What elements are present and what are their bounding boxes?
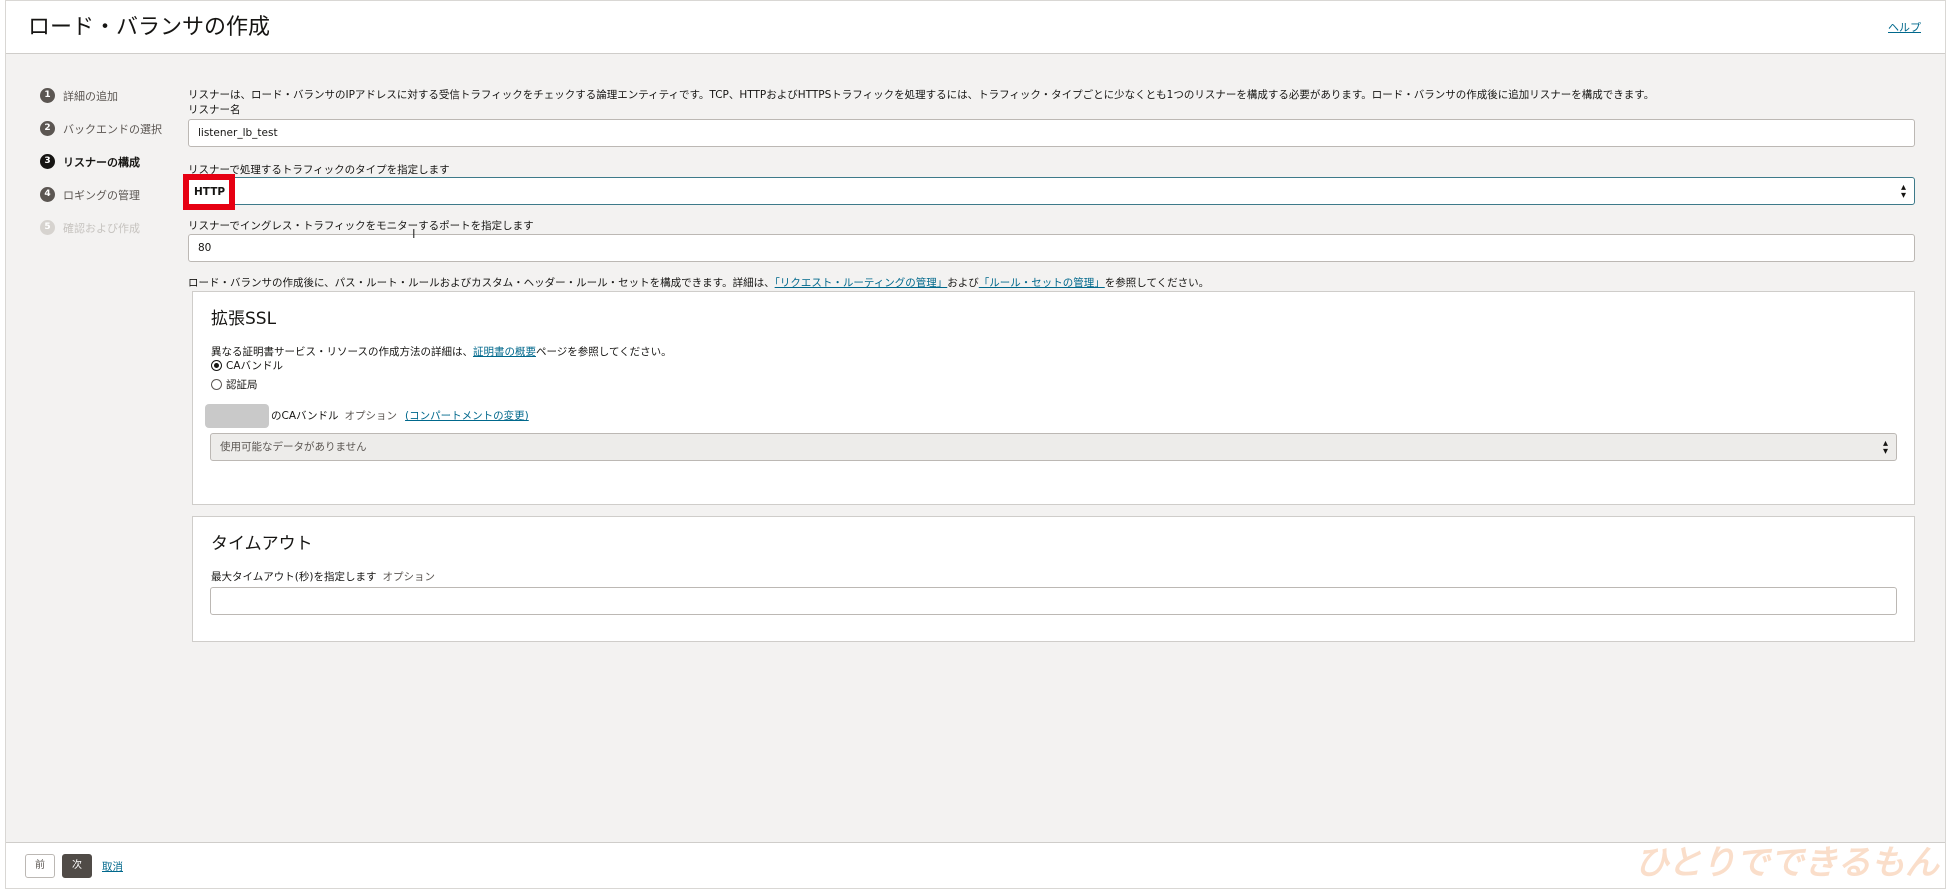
ca-bundle-label-text: のCAバンドル <box>271 410 339 422</box>
routing-text: および <box>947 277 979 289</box>
port-label: リスナーでイングレス・トラフィックをモニターするポートを指定します <box>188 220 534 232</box>
watermark-logo: ひとりでできるもん <box>1634 843 1939 883</box>
step-review-create: 5 確認および作成 <box>40 211 180 244</box>
rule-sets-link[interactable]: 「ルール・セットの管理」 <box>979 277 1105 289</box>
certificates-overview-link[interactable]: 証明書の概要 <box>473 346 536 358</box>
step-label: リスナーの構成 <box>63 155 140 169</box>
select-chevron-icon: ▴ ▾ <box>1900 182 1906 201</box>
port-input[interactable]: 80 <box>188 234 1915 262</box>
step-label: ロギングの管理 <box>63 188 140 202</box>
step-number: 3 <box>40 154 55 169</box>
title-bar: ロード・バランサの作成 ヘルプ <box>6 1 1945 54</box>
routing-info: ロード・バランサの作成後に、パス・ルート・ルールおよびカスタム・ヘッダー・ルール… <box>188 275 1209 290</box>
highlight-box: HTTP <box>183 174 235 210</box>
previous-button[interactable]: 前 <box>25 854 55 878</box>
ca-bundle-placeholder: 使用可能なデータがありません <box>220 441 367 453</box>
timeout-title: タイムアウト <box>211 534 313 554</box>
step-configure-listener[interactable]: 3 リスナーの構成 <box>40 145 180 178</box>
listener-description: リスナーは、ロード・バランサのIPアドレスに対する受信トラフィックをチェックする… <box>188 89 1655 101</box>
wizard-steps: 1 詳細の追加 2 バックエンドの選択 3 リスナーの構成 4 ロギングの管理 … <box>40 79 180 244</box>
page-title: ロード・バランサの作成 <box>28 15 271 40</box>
ssl-desc-text: 異なる証明書サービス・リソースの作成方法の詳細は、 <box>211 346 473 358</box>
redacted-compartment <box>205 404 269 428</box>
cancel-link[interactable]: 取消 <box>102 859 123 874</box>
select-chevron-icon: ▴ ▾ <box>1882 438 1888 457</box>
ssl-title: 拡張SSL <box>211 309 277 329</box>
radio-certificate-authority-indicator[interactable] <box>211 379 222 390</box>
step-number: 5 <box>40 220 55 235</box>
optional-tag: オプション <box>344 410 398 422</box>
traffic-type-value: HTTP <box>194 186 226 198</box>
radio-ca-bundle[interactable]: CAバンドル <box>211 358 283 373</box>
page-frame: ロード・バランサの作成 ヘルプ 1 詳細の追加 2 バックエンドの選択 3 リス… <box>5 0 1946 889</box>
radio-ca-bundle-label: CAバンドル <box>226 360 284 372</box>
ca-bundle-label: のCAバンドル オプション (コンパートメントの変更) <box>205 404 529 428</box>
optional-tag: オプション <box>382 571 435 583</box>
listener-name-label: リスナー名 <box>188 104 241 116</box>
text-cursor-icon: I <box>412 227 416 241</box>
max-timeout-input[interactable] <box>210 587 1897 615</box>
step-choose-backends[interactable]: 2 バックエンドの選択 <box>40 112 180 145</box>
timeout-panel: タイムアウト 最大タイムアウト(秒)を指定します オプション <box>192 516 1915 642</box>
footer-bar: 前 次 取消 ひとりでできるもん <box>6 842 1945 888</box>
step-number: 4 <box>40 187 55 202</box>
help-link[interactable]: ヘルプ <box>1888 19 1921 35</box>
step-label: バックエンドの選択 <box>63 122 162 136</box>
change-compartment-link[interactable]: (コンパートメントの変更) <box>405 410 529 422</box>
step-manage-logging[interactable]: 4 ロギングの管理 <box>40 178 180 211</box>
ssl-desc-text: ページを参照してください。 <box>535 346 672 358</box>
request-routing-link[interactable]: 「リクエスト・ルーティングの管理」 <box>775 277 948 289</box>
radio-certificate-authority[interactable]: 認証局 <box>211 377 258 392</box>
routing-text: ロード・バランサの作成後に、パス・ルート・ルールおよびカスタム・ヘッダー・ルール… <box>188 277 775 289</box>
ssl-panel: 拡張SSL 異なる証明書サービス・リソースの作成方法の詳細は、証明書の概要ページ… <box>192 291 1915 505</box>
step-label: 詳細の追加 <box>63 89 118 103</box>
step-add-details[interactable]: 1 詳細の追加 <box>40 79 180 112</box>
next-button[interactable]: 次 <box>62 854 92 878</box>
step-label: 確認および作成 <box>63 221 140 235</box>
step-number: 2 <box>40 121 55 136</box>
max-timeout-label: 最大タイムアウト(秒)を指定します オプション <box>211 569 435 584</box>
ssl-description: 異なる証明書サービス・リソースの作成方法の詳細は、証明書の概要ページを参照してく… <box>211 344 672 359</box>
routing-text: を参照してください。 <box>1104 277 1210 289</box>
step-number: 1 <box>40 88 55 103</box>
radio-certificate-authority-label: 認証局 <box>226 379 258 391</box>
radio-ca-bundle-indicator[interactable] <box>211 360 222 371</box>
traffic-type-select[interactable]: ▴ ▾ <box>188 177 1915 205</box>
listener-name-input[interactable]: listener_lb_test <box>188 119 1915 147</box>
max-timeout-label-text: 最大タイムアウト(秒)を指定します <box>211 571 377 583</box>
ca-bundle-select[interactable]: 使用可能なデータがありません ▴ ▾ <box>210 433 1897 461</box>
